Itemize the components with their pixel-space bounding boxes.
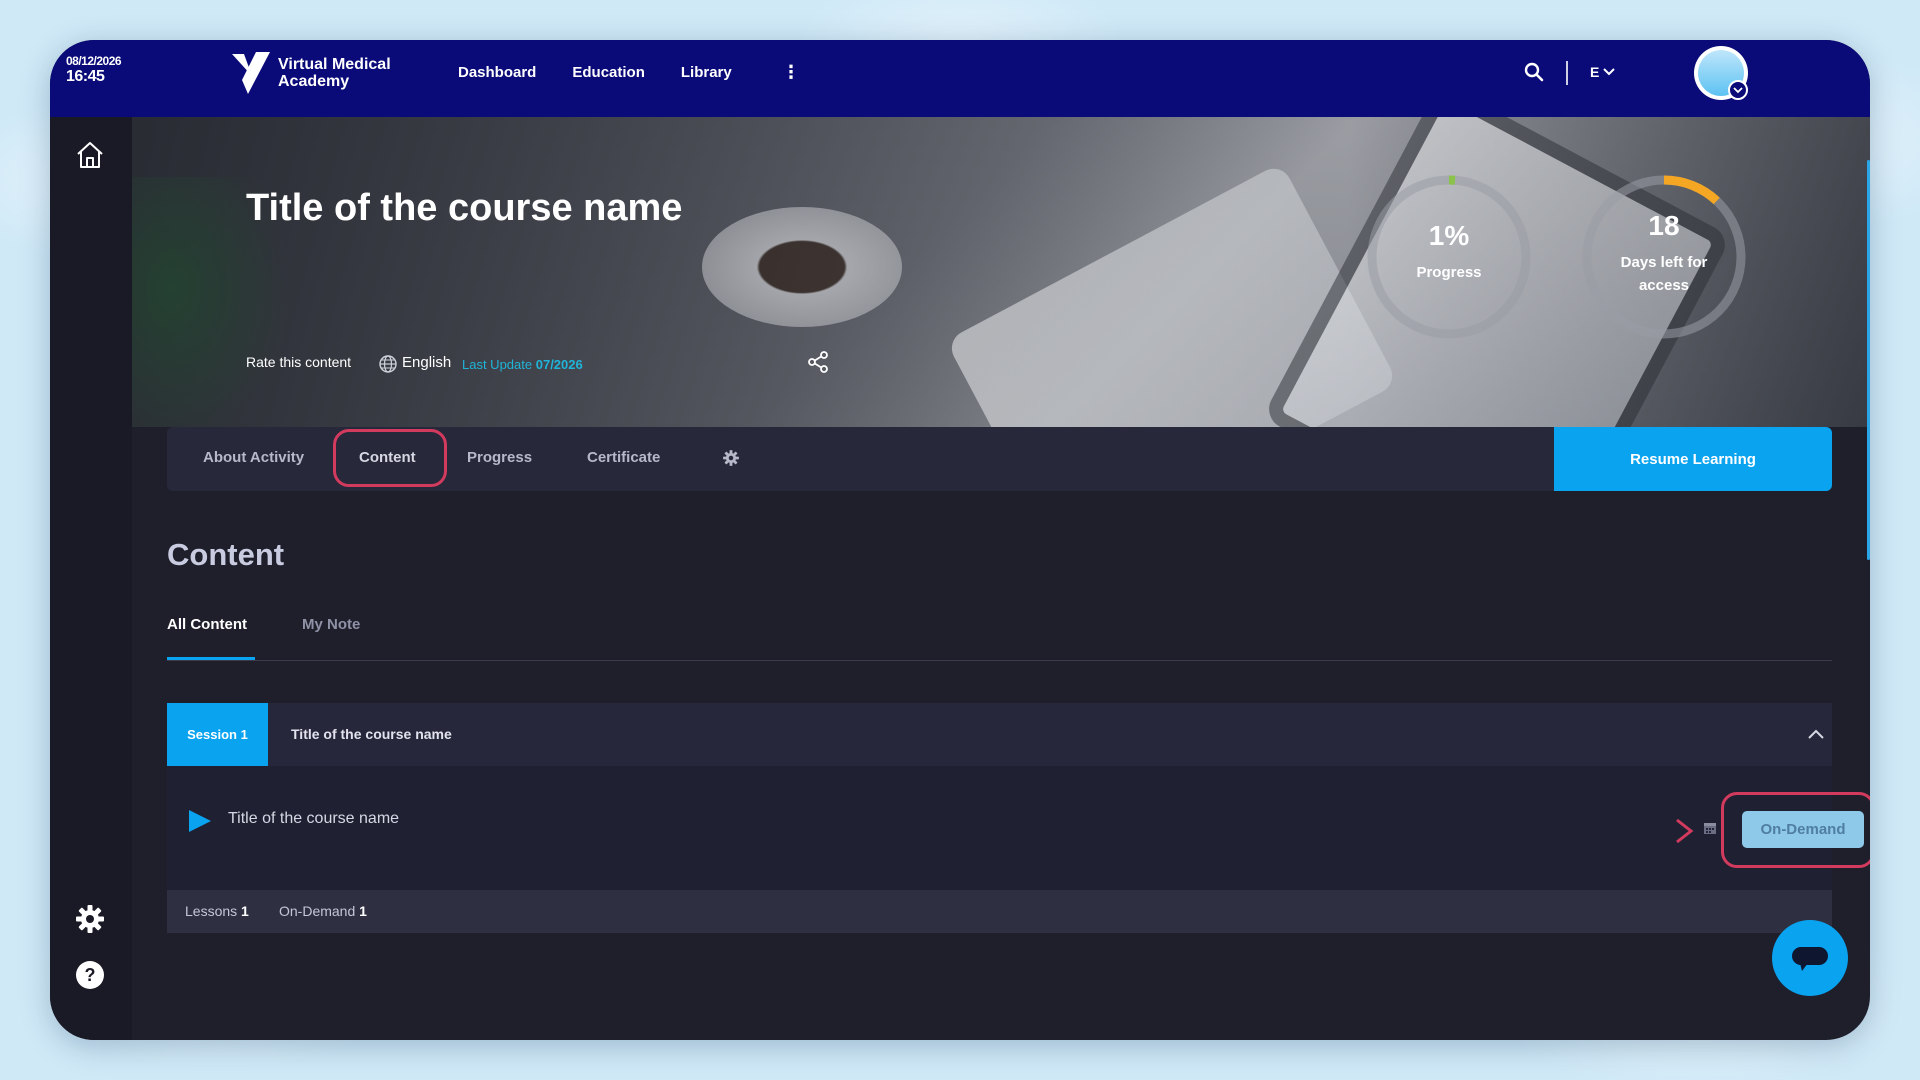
on-demand-button[interactable]: On-Demand	[1742, 811, 1864, 848]
lessons-count: Lessons 1	[185, 903, 249, 919]
calendar-icon	[1703, 821, 1717, 840]
logo[interactable]: Virtual Medical Academy	[230, 50, 391, 96]
language-code: E	[1590, 64, 1600, 80]
logo-line-2: Academy	[278, 73, 350, 90]
sidebar: ?	[50, 117, 132, 1040]
progress-label: Progress	[1416, 264, 1482, 281]
on-demand-label: On-Demand	[279, 903, 356, 919]
rate-content-link[interactable]: Rate this content	[246, 354, 351, 370]
tab-content[interactable]: Content	[359, 449, 416, 466]
hero-photo-cup	[702, 207, 902, 327]
top-bar: 08/12/2026 16:45 Virtual Medical Academy…	[50, 40, 1870, 117]
tab-settings-gear-icon[interactable]	[722, 449, 740, 472]
lessons-number: 1	[241, 903, 249, 919]
top-divider	[1566, 61, 1568, 85]
session-title: Title of the course name	[291, 726, 452, 742]
lesson-row: Title of the course name On-Demand	[167, 766, 1870, 890]
lesson-title[interactable]: Title of the course name	[228, 810, 399, 828]
subtab-my-note[interactable]: My Note	[302, 616, 360, 633]
share-icon[interactable]	[806, 350, 830, 379]
annotation-arrow-icon	[1537, 818, 1694, 844]
chevron-up-icon[interactable]	[1808, 726, 1824, 744]
tab-progress[interactable]: Progress	[467, 449, 532, 466]
lessons-label: Lessons	[185, 903, 238, 919]
datetime: 08/12/2026 16:45	[66, 54, 122, 85]
more-menu-icon[interactable]: ⋮	[782, 62, 800, 83]
svg-text:?: ?	[85, 965, 96, 985]
progress-value: 1%	[1428, 220, 1470, 251]
help-icon[interactable]: ?	[74, 959, 106, 996]
subtab-all-content[interactable]: All Content	[167, 616, 247, 633]
days-left-value: 18	[1648, 210, 1680, 241]
course-hero: Title of the course name Rate this conte…	[132, 117, 1870, 427]
days-left-label-1: Days left for	[1620, 254, 1708, 271]
date: 08/12/2026	[66, 54, 122, 68]
chat-button[interactable]	[1772, 920, 1848, 996]
content-heading: Content	[167, 537, 285, 572]
app-window: 08/12/2026 16:45 Virtual Medical Academy…	[50, 40, 1870, 1040]
last-update: Last Update 07/2026	[462, 357, 583, 372]
resume-learning-button[interactable]: Resume Learning	[1554, 427, 1832, 491]
on-demand-number: 1	[359, 903, 367, 919]
scrollbar-thumb[interactable]	[1867, 160, 1870, 560]
last-update-value: 07/2026	[535, 357, 583, 372]
progress-ring: 1% Progress	[1366, 174, 1532, 340]
logo-line-1: Virtual Medical	[278, 56, 391, 73]
gear-icon[interactable]	[74, 903, 106, 940]
last-update-label: Last Update	[462, 357, 533, 372]
tab-about-activity[interactable]: About Activity	[203, 449, 304, 466]
course-title: Title of the course name	[246, 187, 683, 229]
session-summary: Lessons 1 On-Demand 1	[167, 890, 1832, 933]
course-language: English	[402, 354, 452, 371]
logo-mark-icon	[232, 52, 270, 94]
avatar-chevron-icon	[1728, 80, 1748, 100]
days-left-ring: 18 Days left for access	[1581, 174, 1747, 340]
time: 16:45	[66, 68, 105, 85]
nav-education[interactable]: Education	[572, 64, 645, 81]
main-nav: Dashboard Education Library	[458, 64, 732, 81]
course-tabs: About Activity Content Progress Certific…	[167, 427, 1557, 491]
chevron-down-icon	[1603, 68, 1616, 76]
tab-certificate[interactable]: Certificate	[587, 449, 660, 466]
subtab-divider	[167, 660, 1832, 661]
nav-library[interactable]: Library	[681, 64, 732, 81]
globe-icon	[378, 354, 398, 379]
session-header[interactable]: Session 1 Title of the course name	[167, 703, 1832, 766]
session-card: Session 1 Title of the course name Title…	[167, 703, 1870, 933]
language-selector[interactable]: E	[1590, 64, 1616, 80]
play-icon[interactable]	[187, 808, 213, 839]
on-demand-count: On-Demand 1	[279, 903, 367, 919]
days-left-label-2: access	[1638, 277, 1690, 294]
nav-dashboard[interactable]: Dashboard	[458, 64, 536, 81]
search-icon[interactable]	[1524, 62, 1544, 87]
avatar[interactable]	[1694, 46, 1748, 100]
session-badge: Session 1	[167, 703, 268, 766]
chat-icon	[1792, 947, 1828, 971]
home-icon[interactable]	[74, 139, 106, 176]
